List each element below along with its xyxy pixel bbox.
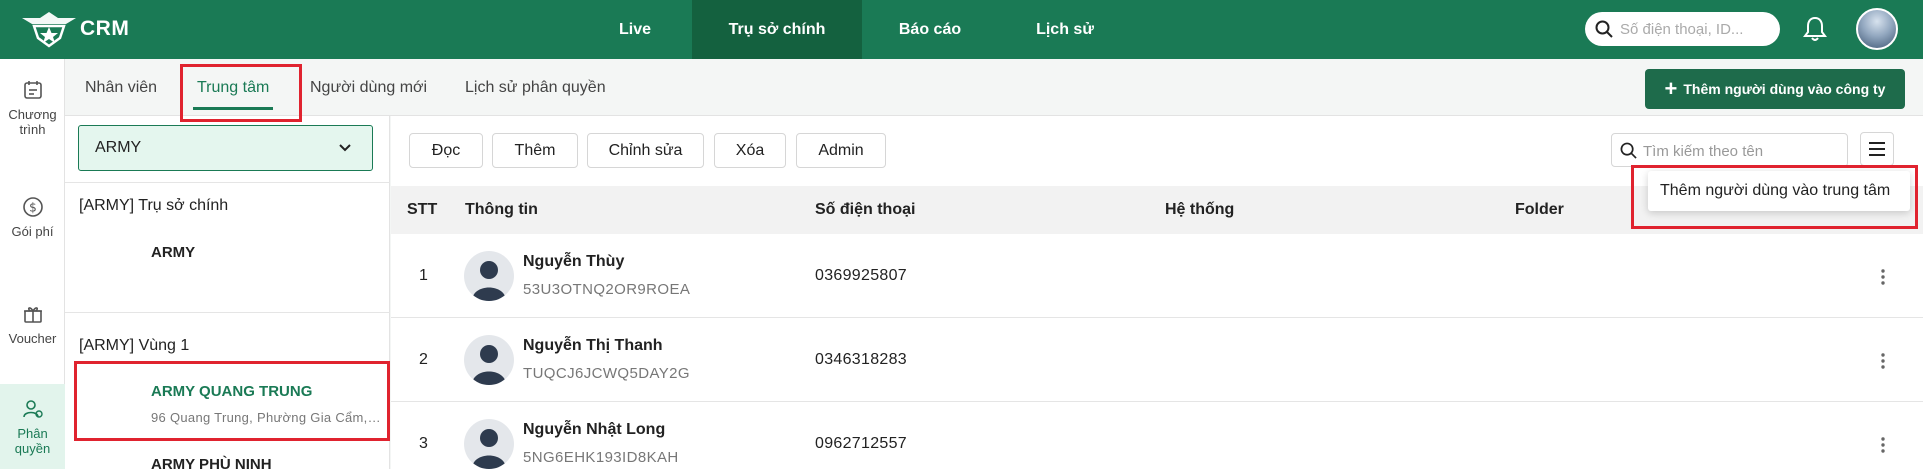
top-search-box[interactable]: [1585, 12, 1780, 46]
top-search-input[interactable]: [1620, 18, 1770, 40]
permission-read-button[interactable]: Đọc: [409, 133, 483, 168]
left-rail: Chương trình $ Gói phí Voucher Phân quyề…: [0, 59, 65, 469]
branch-item-address: 96 Quang Trung, Phường Gia Cẩm, Thành ph…: [151, 410, 381, 425]
company-select[interactable]: ARMY: [78, 125, 373, 171]
branch-panel: ARMY [ARMY] Trụ sở chính ARMY [ARMY] Vùn…: [65, 116, 390, 469]
hamburger-icon: [1869, 142, 1885, 156]
dollar-icon: $: [22, 197, 43, 217]
nav-headquarters[interactable]: Trụ sở chính: [692, 0, 862, 59]
user-silhouette-icon: [472, 261, 506, 301]
rail-fee-package[interactable]: $ Gói phí: [0, 196, 65, 239]
permission-admin-button[interactable]: Admin: [796, 133, 886, 168]
user-silhouette-icon: [472, 429, 506, 469]
user-name: Nguyễn Thùy: [523, 253, 625, 270]
top-bar: CRM Live Trụ sở chính Báo cáo Lịch sử: [0, 0, 1923, 59]
column-header: Folder: [1515, 201, 1564, 218]
tab-center-label: Trung tâm: [197, 79, 270, 96]
user-shield-icon: [22, 400, 43, 418]
tab-new-users[interactable]: Người dùng mới: [310, 59, 427, 116]
more-vertical-icon[interactable]: [1873, 267, 1893, 287]
permission-edit-button[interactable]: Chỉnh sửa: [587, 133, 704, 168]
user-code: 5NG6EHK193ID8KAH: [523, 449, 679, 466]
rail-program-label: Chương trình: [8, 107, 57, 137]
user-code: 53U3OTNQ2OR9ROEA: [523, 281, 691, 298]
tab-staff[interactable]: Nhân viên: [85, 59, 157, 116]
user-phone: 0346318283: [815, 351, 907, 368]
brand-name[interactable]: CRM: [80, 17, 129, 41]
rail-program[interactable]: Chương trình: [0, 79, 65, 137]
rail-permission[interactable]: Phân quyền: [0, 384, 65, 469]
table-row[interactable]: 1 Nguyễn Thùy 53U3OTNQ2OR9ROEA 036992580…: [391, 234, 1923, 318]
user-avatar[interactable]: [1856, 8, 1898, 50]
more-vertical-icon[interactable]: [1873, 435, 1893, 455]
branch-item-active[interactable]: ARMY QUANG TRUNG 96 Quang Trung, Phường …: [65, 361, 390, 443]
avatar: [464, 335, 514, 385]
search-icon: [1595, 20, 1613, 38]
calendar-icon: [23, 81, 42, 99]
table-row[interactable]: 2 Nguyễn Thị Thanh TUQCJ6JCWQ5DAY2G 0346…: [391, 318, 1923, 402]
name-search-input[interactable]: [1643, 140, 1838, 162]
permission-add-button[interactable]: Thêm: [492, 133, 578, 168]
row-index: 1: [419, 267, 428, 284]
branch-group-title: [ARMY] Vùng 1: [79, 337, 190, 354]
rail-fee-label: Gói phí: [11, 224, 54, 239]
divider: [65, 182, 390, 183]
bell-icon[interactable]: [1803, 16, 1827, 42]
rail-permission-label: Phân quyền: [14, 426, 51, 456]
name-search-box[interactable]: [1611, 133, 1848, 167]
branch-item[interactable]: ARMY PHÙ NINH: [151, 456, 272, 469]
user-name: Nguyễn Nhật Long: [523, 421, 666, 438]
permission-delete-button[interactable]: Xóa: [714, 133, 786, 168]
column-header: STT: [407, 201, 438, 218]
add-user-to-company-button[interactable]: + Thêm người dùng vào công ty: [1645, 69, 1905, 109]
nav-live[interactable]: Live: [590, 0, 680, 59]
column-header: Thông tin: [465, 201, 538, 218]
more-vertical-icon[interactable]: [1873, 351, 1893, 371]
user-phone: 0962712557: [815, 435, 907, 452]
column-header: Hệ thống: [1165, 201, 1235, 218]
add-user-to-center-menu-item[interactable]: Thêm người dùng vào trung tâm: [1648, 171, 1910, 211]
user-name: Nguyễn Thị Thanh: [523, 337, 663, 354]
active-tab-underline: [193, 107, 274, 110]
rail-voucher[interactable]: Voucher: [0, 303, 65, 346]
user-phone: 0369925807: [815, 267, 907, 284]
branch-item-name: ARMY QUANG TRUNG: [151, 383, 313, 400]
branch-group-title: [ARMY] Trụ sở chính: [79, 197, 229, 214]
row-index: 2: [419, 351, 428, 368]
main-panel: Đọc Thêm Chỉnh sửa Xóa Admin STT Thông t…: [391, 116, 1923, 469]
table-row[interactable]: 3 Nguyễn Nhật Long 5NG6EHK193ID8KAH 0962…: [391, 402, 1923, 469]
chevron-down-icon: [339, 144, 351, 152]
branch-item[interactable]: ARMY: [151, 244, 195, 261]
rail-voucher-label: Voucher: [8, 331, 57, 346]
plus-icon: +: [1664, 76, 1678, 101]
add-company-label: Thêm người dùng vào công ty: [1683, 81, 1886, 97]
row-index: 3: [419, 435, 428, 452]
avatar: [464, 251, 514, 301]
menu-button[interactable]: [1860, 132, 1894, 166]
gift-icon: [23, 307, 42, 323]
search-icon: [1620, 142, 1637, 159]
divider: [65, 312, 390, 313]
tab-permission-history[interactable]: Lịch sử phân quyền: [465, 59, 606, 116]
svg-text:$: $: [29, 201, 37, 215]
nav-report[interactable]: Báo cáo: [880, 0, 980, 59]
company-select-value: ARMY: [95, 139, 142, 156]
user-code: TUQCJ6JCWQ5DAY2G: [523, 365, 690, 382]
nav-history[interactable]: Lịch sử: [1010, 0, 1120, 59]
user-silhouette-icon: [472, 345, 506, 385]
tab-center[interactable]: Trung tâm: [193, 59, 274, 116]
army-logo-icon[interactable]: [20, 8, 78, 50]
avatar: [464, 419, 514, 469]
column-header: Số điện thoại: [815, 201, 916, 218]
